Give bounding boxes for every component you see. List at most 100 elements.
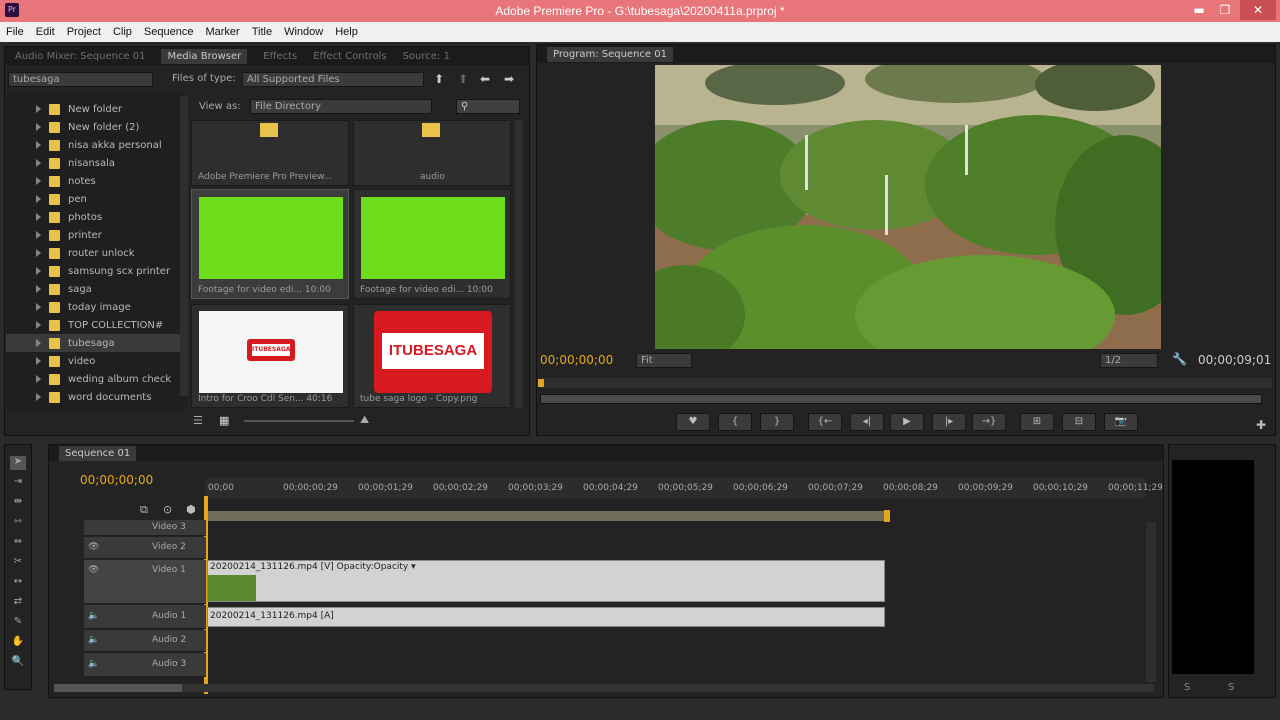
pen-tool-icon[interactable]: ✎ (10, 616, 26, 630)
expand-arrow-icon[interactable] (36, 177, 41, 185)
export-frame-button[interactable]: 📷 (1104, 413, 1138, 431)
folder-item[interactable]: word documents (36, 388, 151, 406)
expand-arrow-icon[interactable] (36, 195, 41, 203)
ripple-edit-tool-icon[interactable]: ⇹ (10, 496, 26, 510)
work-area-end-handle[interactable] (884, 510, 890, 522)
mark-out-button[interactable]: } (760, 413, 794, 431)
zoom-in-icon[interactable]: ⛰ (360, 413, 369, 427)
folder-item[interactable]: photos (36, 208, 102, 226)
folder-item[interactable]: today image (36, 298, 131, 316)
track-video1-header[interactable]: 👁 Video 1 (84, 560, 206, 604)
add-button-icon[interactable]: ✚ (1256, 418, 1266, 432)
tab-audio-mixer[interactable]: Audio Mixer: Sequence 01 (15, 51, 145, 62)
track-audio2-header[interactable]: 🔈 Audio 2 (84, 630, 206, 652)
location-dropdown[interactable]: tubesaga (8, 72, 153, 87)
close-button[interactable]: ✕ (1240, 0, 1276, 20)
expand-arrow-icon[interactable] (36, 357, 41, 365)
expand-arrow-icon[interactable] (36, 159, 41, 167)
program-playhead[interactable] (538, 379, 544, 387)
folder-item[interactable]: notes (36, 172, 96, 190)
rate-stretch-tool-icon[interactable]: ⇔ (10, 536, 26, 550)
slip-tool-icon[interactable]: ↔ (10, 576, 26, 590)
hand-tool-icon[interactable]: ✋ (10, 636, 26, 650)
menu-window[interactable]: Window (284, 26, 323, 38)
folder-item[interactable]: video (36, 352, 95, 370)
search-field[interactable]: ⚲ (456, 99, 520, 114)
menu-marker[interactable]: Marker (205, 26, 239, 38)
folder-item[interactable]: printer (36, 226, 102, 244)
snap-icon[interactable]: ⧉ (140, 503, 148, 517)
expand-arrow-icon[interactable] (36, 303, 41, 311)
work-area-bar[interactable] (206, 510, 888, 522)
eye-icon[interactable]: 👁 (88, 542, 99, 552)
step-forward-button[interactable]: |▸ (932, 413, 966, 431)
folder-item[interactable]: nisa akka personal (36, 136, 162, 154)
expand-arrow-icon[interactable] (36, 213, 41, 221)
expand-arrow-icon[interactable] (36, 249, 41, 257)
folder-item[interactable]: tubesaga (6, 334, 182, 352)
menu-file[interactable]: File (6, 26, 24, 38)
play-button[interactable]: ▶ (890, 413, 924, 431)
speaker-icon[interactable]: 🔈 (88, 659, 99, 669)
thumb-footage-1[interactable]: Footage for video edi... 10:00 (191, 189, 349, 299)
expand-arrow-icon[interactable] (36, 105, 41, 113)
track-audio1-header[interactable]: 🔈 Audio 1 (84, 605, 206, 629)
tab-effects[interactable]: Effects (263, 51, 297, 62)
expand-arrow-icon[interactable] (36, 123, 41, 131)
menu-clip[interactable]: Clip (113, 26, 132, 38)
expand-arrow-icon[interactable] (36, 339, 41, 347)
expand-arrow-icon[interactable] (36, 267, 41, 275)
timeline-hscroll[interactable] (54, 684, 1154, 692)
folder-item[interactable]: samsung scx printer (36, 262, 170, 280)
menu-help[interactable]: Help (335, 26, 358, 38)
icon-view-icon[interactable]: ▦ (219, 414, 229, 427)
go-to-in-button[interactable]: {← (808, 413, 842, 431)
slide-tool-icon[interactable]: ⇄ (10, 596, 26, 610)
track-audio3-header[interactable]: 🔈 Audio 3 (84, 653, 206, 677)
video-clip[interactable]: 20200214_131126.mp4 [V] Opacity:Opacity … (207, 560, 885, 602)
mark-in-button[interactable]: { (718, 413, 752, 431)
eye-icon[interactable]: 👁 (88, 565, 99, 575)
view-as-dropdown[interactable]: File Directory (250, 99, 432, 114)
thumb-audio-folder[interactable]: audio (353, 120, 511, 186)
add-marker-icon[interactable]: ⊙ (163, 503, 172, 516)
folder-item[interactable]: pen (36, 190, 87, 208)
zoom-slider[interactable] (244, 420, 354, 422)
program-zoom-bar[interactable] (540, 394, 1262, 404)
timeline-timecode[interactable]: 00;00;00;00 (80, 473, 153, 487)
tab-media-browser[interactable]: Media Browser (161, 48, 248, 64)
expand-arrow-icon[interactable] (36, 321, 41, 329)
tree-scrollbar[interactable] (180, 96, 188, 396)
audio-clip[interactable]: 20200214_131126.mp4 [A] (207, 607, 885, 627)
expand-arrow-icon[interactable] (36, 141, 41, 149)
marker-icon[interactable]: ⬢ (186, 503, 196, 516)
go-to-out-button[interactable]: →} (972, 413, 1006, 431)
hscroll-thumb[interactable] (54, 684, 182, 692)
tab-program[interactable]: Program: Sequence 01 (547, 46, 673, 62)
menu-edit[interactable]: Edit (36, 26, 55, 38)
folder-item[interactable]: New folder (36, 100, 122, 118)
speaker-icon[interactable]: 🔈 (88, 611, 99, 621)
tab-sequence[interactable]: Sequence 01 (59, 445, 137, 461)
files-of-type-dropdown[interactable]: All Supported Files (242, 72, 424, 87)
lift-button[interactable]: ⊞ (1020, 413, 1054, 431)
back-arrow-icon[interactable]: ⬅ (480, 72, 490, 86)
folder-item[interactable]: router unlock (36, 244, 135, 262)
menu-title[interactable]: Title (252, 26, 272, 38)
wrench-icon[interactable]: 🔧 (1172, 352, 1187, 366)
zoom-tool-icon[interactable]: 🔍 (10, 656, 26, 670)
maximize-button[interactable]: ❐ (1210, 0, 1240, 20)
up-arrow-icon[interactable]: ⬆ (434, 72, 444, 86)
list-view-icon[interactable]: ☰ (193, 414, 203, 427)
step-back-button[interactable]: ◂| (850, 413, 884, 431)
folder-item[interactable]: nisansala (36, 154, 115, 172)
rolling-edit-tool-icon[interactable]: ⇿ (10, 516, 26, 530)
track-video2-header[interactable]: 👁 Video 2 (84, 537, 206, 559)
program-timeruler[interactable] (540, 378, 1272, 388)
extract-button[interactable]: ⊟ (1062, 413, 1096, 431)
folder-item[interactable]: TOP COLLECTION# (36, 316, 163, 334)
thumb-intro[interactable]: ITUBESAGA Intro for Croo Cdl Sen... 40:1… (191, 304, 349, 408)
thumb-footage-2[interactable]: Footage for video edi... 10:00 (353, 189, 511, 299)
resolution-dropdown[interactable]: 1/2 (1100, 353, 1158, 368)
menu-project[interactable]: Project (67, 26, 101, 38)
